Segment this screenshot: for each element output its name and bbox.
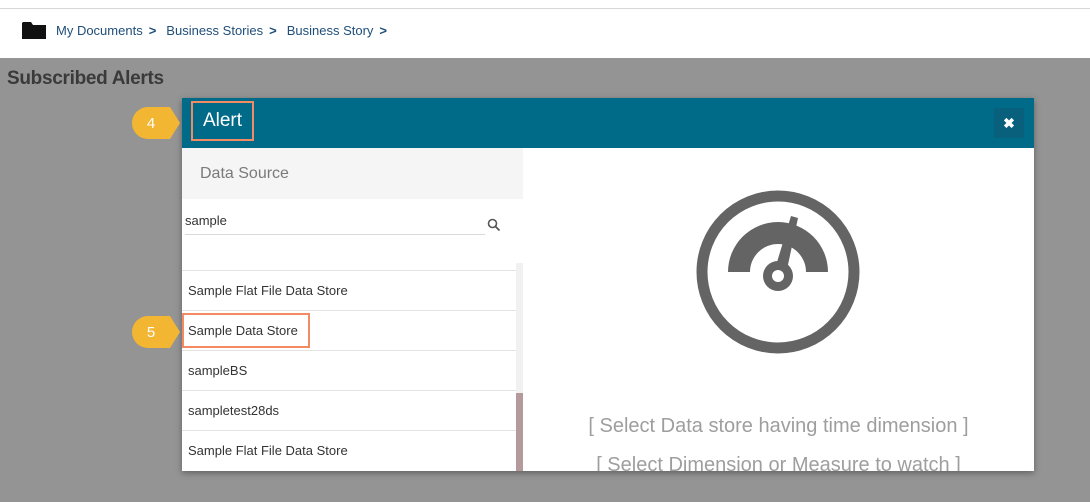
chevron-right-icon: > (148, 22, 157, 38)
data-store-list: Sample Flat File Data Store Sample Data … (182, 270, 516, 471)
search-input[interactable] (185, 206, 485, 235)
breadcrumb-item-business-story[interactable]: Business Story (287, 23, 374, 38)
hint-clip: [ Select Dimension or Measure to watch ] (523, 452, 1034, 471)
search-icon[interactable] (487, 218, 501, 232)
close-icon: ✖ (1003, 114, 1015, 131)
divider (0, 8, 1090, 9)
dialog-header: Alert ✖ (182, 98, 1034, 148)
hint-dimension-measure: [ Select Dimension or Measure to watch ] (596, 454, 961, 471)
gauge-icon (694, 188, 862, 356)
chevron-right-icon: > (379, 22, 388, 38)
chevron-right-icon: > (269, 22, 277, 38)
hint-time-dimension-text: [ Select Data store having time dimensio… (588, 415, 969, 437)
list-item[interactable]: sampletest28ds (182, 390, 516, 430)
list-item[interactable]: Sample Flat File Data Store (182, 430, 516, 470)
dialog-title: Alert (191, 101, 254, 141)
close-button[interactable]: ✖ (994, 108, 1024, 138)
callout-badge-5: 5 (132, 316, 180, 348)
page-title: Subscribed Alerts (7, 68, 164, 89)
breadcrumb-item-my-documents[interactable]: My Documents (56, 23, 143, 38)
list-item-selected[interactable]: Sample Data Store (182, 310, 516, 350)
data-source-header: Data Source (182, 148, 523, 199)
breadcrumb: My Documents > Business Stories > Busine… (22, 20, 397, 40)
folder-icon (22, 21, 46, 39)
list-item[interactable]: sampleBS (182, 350, 516, 390)
breadcrumb-item-business-stories[interactable]: Business Stories (166, 23, 263, 38)
data-source-pane: Data Source Sample Flat File Data Store … (182, 148, 523, 471)
top-bar: My Documents > Business Stories > Busine… (0, 0, 1090, 58)
scrollbar-thumb[interactable] (516, 393, 523, 471)
callout-badge-4: 4 (132, 107, 180, 139)
list-item[interactable]: Sample Flat File Data Store (182, 270, 516, 310)
scrollbar[interactable] (516, 263, 523, 471)
